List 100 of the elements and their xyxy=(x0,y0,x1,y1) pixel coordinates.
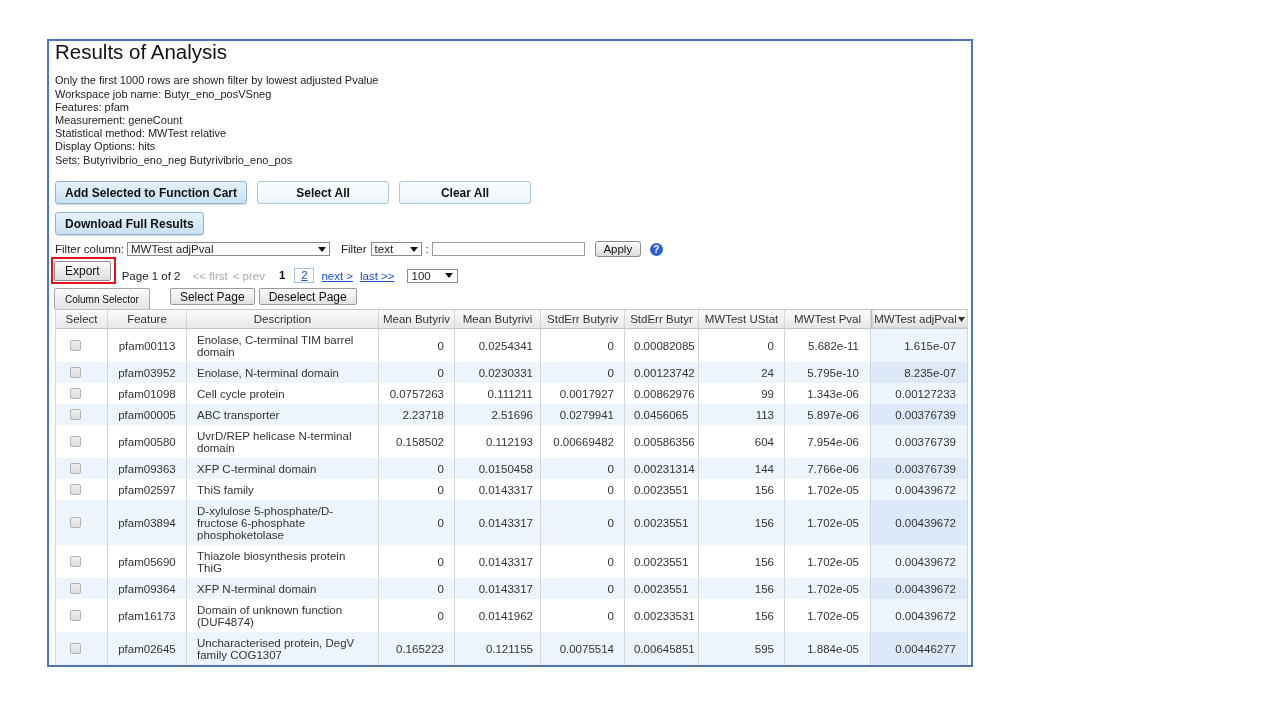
checkbox[interactable] xyxy=(70,388,81,399)
caret-icon xyxy=(409,246,418,252)
column-header[interactable]: Select xyxy=(55,309,108,329)
filter-column-label: Filter column: xyxy=(55,243,125,255)
checkbox[interactable] xyxy=(70,367,81,378)
caret-icon xyxy=(318,246,327,252)
table-cell: D-xylulose 5-phosphate/D-fructose 6-phosphate phosphoketolase xyxy=(187,500,379,545)
apply-button[interactable]: Apply xyxy=(594,241,641,257)
toolbar-button[interactable]: Deselect Page xyxy=(258,288,357,305)
table-cell: pfam02645 xyxy=(108,632,187,665)
checkbox[interactable] xyxy=(70,340,81,351)
table-cell: 0.00439672 xyxy=(871,545,968,578)
toolbar-button[interactable]: Select Page xyxy=(169,288,255,305)
table-cell: 24 xyxy=(699,362,785,383)
action-button[interactable]: Add Selected to Function Cart xyxy=(55,181,247,204)
checkbox[interactable] xyxy=(70,409,81,420)
column-header[interactable]: Description xyxy=(187,309,379,329)
page-link[interactable]: 2 xyxy=(294,268,315,283)
table-cell: XFP C-terminal domain xyxy=(187,458,379,479)
column-header[interactable]: MWTest Pval xyxy=(785,309,871,329)
table-cell: 5.795e-10 xyxy=(785,362,871,383)
caret-icon xyxy=(444,273,453,278)
table-cell: 156 xyxy=(699,500,785,545)
checkbox[interactable] xyxy=(70,556,81,567)
table-cell: 0.0143317 xyxy=(455,500,541,545)
table-cell: pfam03952 xyxy=(108,362,187,383)
table-cell: 0.00645851 xyxy=(625,632,699,665)
table-cell: 0 xyxy=(379,500,455,545)
table-cell: 0.0075514 xyxy=(541,632,625,665)
page-size-dropdown[interactable]: 100 xyxy=(406,268,458,283)
filter-separator: : xyxy=(425,243,429,255)
table-cell: 0 xyxy=(541,458,625,479)
table-cell: 595 xyxy=(699,632,785,665)
table-cell: 0.0023551 xyxy=(625,500,699,545)
action-button[interactable]: Select All xyxy=(257,181,389,204)
table-cell: 156 xyxy=(699,578,785,599)
table-cell: Uncharacterised protein, DegV family COG1307 xyxy=(187,632,379,665)
filter-input[interactable] xyxy=(431,242,585,256)
info-line: Sets: Butyrivibrio_eno_neg Butyrivibrio_eno_pos xyxy=(55,153,293,167)
pager-link[interactable]: next > xyxy=(321,269,354,282)
filter-type-dropdown[interactable]: text xyxy=(370,242,422,256)
table-cell: 0.00376739 xyxy=(871,404,968,425)
table-cell: 0.0279941 xyxy=(541,404,625,425)
table-cell: XFP N-terminal domain xyxy=(187,578,379,599)
table-cell: pfam03894 xyxy=(108,500,187,545)
table-cell: 0.0023551 xyxy=(625,578,699,599)
table-cell: 0.0150458 xyxy=(455,458,541,479)
info-line: Measurement: geneCount xyxy=(55,114,183,128)
checkbox[interactable] xyxy=(70,484,81,495)
table-cell: 1.884e-05 xyxy=(785,632,871,665)
checkbox[interactable] xyxy=(70,583,81,594)
page-info: Page 1 of 2 xyxy=(121,269,181,282)
column-header[interactable]: MWTest UStat xyxy=(699,309,785,329)
info-line: Features: pfam xyxy=(55,100,129,114)
table-cell: 0.165223 xyxy=(379,632,455,665)
table-cell: 7.766e-06 xyxy=(785,458,871,479)
download-button[interactable]: Download Full Results xyxy=(55,212,204,235)
table-cell: 1.615e-07 xyxy=(871,329,968,362)
table-cell: 0 xyxy=(541,362,625,383)
table-cell: pfam09363 xyxy=(108,458,187,479)
info-line: Only the first 1000 rows are shown filter by lowest adjusted Pvalue xyxy=(55,74,379,88)
checkbox[interactable] xyxy=(70,643,81,654)
table-cell: 2.51696 xyxy=(455,404,541,425)
filter-label: Filter xyxy=(341,243,367,255)
export-button[interactable]: Export xyxy=(54,261,111,281)
table-cell: 0.00231314 xyxy=(625,458,699,479)
column-header[interactable]: Feature xyxy=(108,309,187,329)
info-line: Statistical method: MWTest relative xyxy=(55,127,227,141)
page-title: Results of Analysis xyxy=(55,41,228,63)
table-cell: Enolase, N-terminal domain xyxy=(187,362,379,383)
column-header[interactable]: MWTest adjPval xyxy=(871,309,968,329)
checkbox[interactable] xyxy=(70,463,81,474)
info-line: Display Options: hits xyxy=(55,140,156,154)
table-cell: 0 xyxy=(541,578,625,599)
checkbox[interactable] xyxy=(70,610,81,621)
table-cell: 0.00439672 xyxy=(871,599,968,632)
page-link[interactable]: 1 xyxy=(277,268,287,283)
table-cell: 0.0143317 xyxy=(455,578,541,599)
action-button[interactable]: Clear All xyxy=(399,181,531,204)
help-button[interactable]: ? xyxy=(649,242,663,256)
checkbox[interactable] xyxy=(70,436,81,447)
column-header[interactable]: StdErr Butyr xyxy=(625,309,699,329)
table-cell: 8.235e-07 xyxy=(871,362,968,383)
table-cell: 0 xyxy=(541,500,625,545)
table-cell: 0.00376739 xyxy=(871,458,968,479)
table-cell: 0.00446277 xyxy=(871,632,968,665)
table-cell: 0.00123742 xyxy=(625,362,699,383)
table-cell: 0.00439672 xyxy=(871,500,968,545)
column-selector-tab[interactable]: Column Selector xyxy=(54,288,150,309)
column-dropdown[interactable]: MWTest adjPval xyxy=(127,242,331,256)
pager-link[interactable]: last >> xyxy=(360,269,395,282)
table-cell: 0.00376739 xyxy=(871,425,968,458)
table-cell: 0 xyxy=(379,458,455,479)
triangle-icon xyxy=(957,316,965,322)
table-cell: pfam09364 xyxy=(108,578,187,599)
table-cell: 0.0456065 xyxy=(625,404,699,425)
column-header[interactable]: Mean Butyriv xyxy=(379,309,455,329)
column-header[interactable]: StdErr Butyriv xyxy=(541,309,625,329)
column-header[interactable]: Mean Butyrivi xyxy=(455,309,541,329)
checkbox[interactable] xyxy=(70,517,81,528)
